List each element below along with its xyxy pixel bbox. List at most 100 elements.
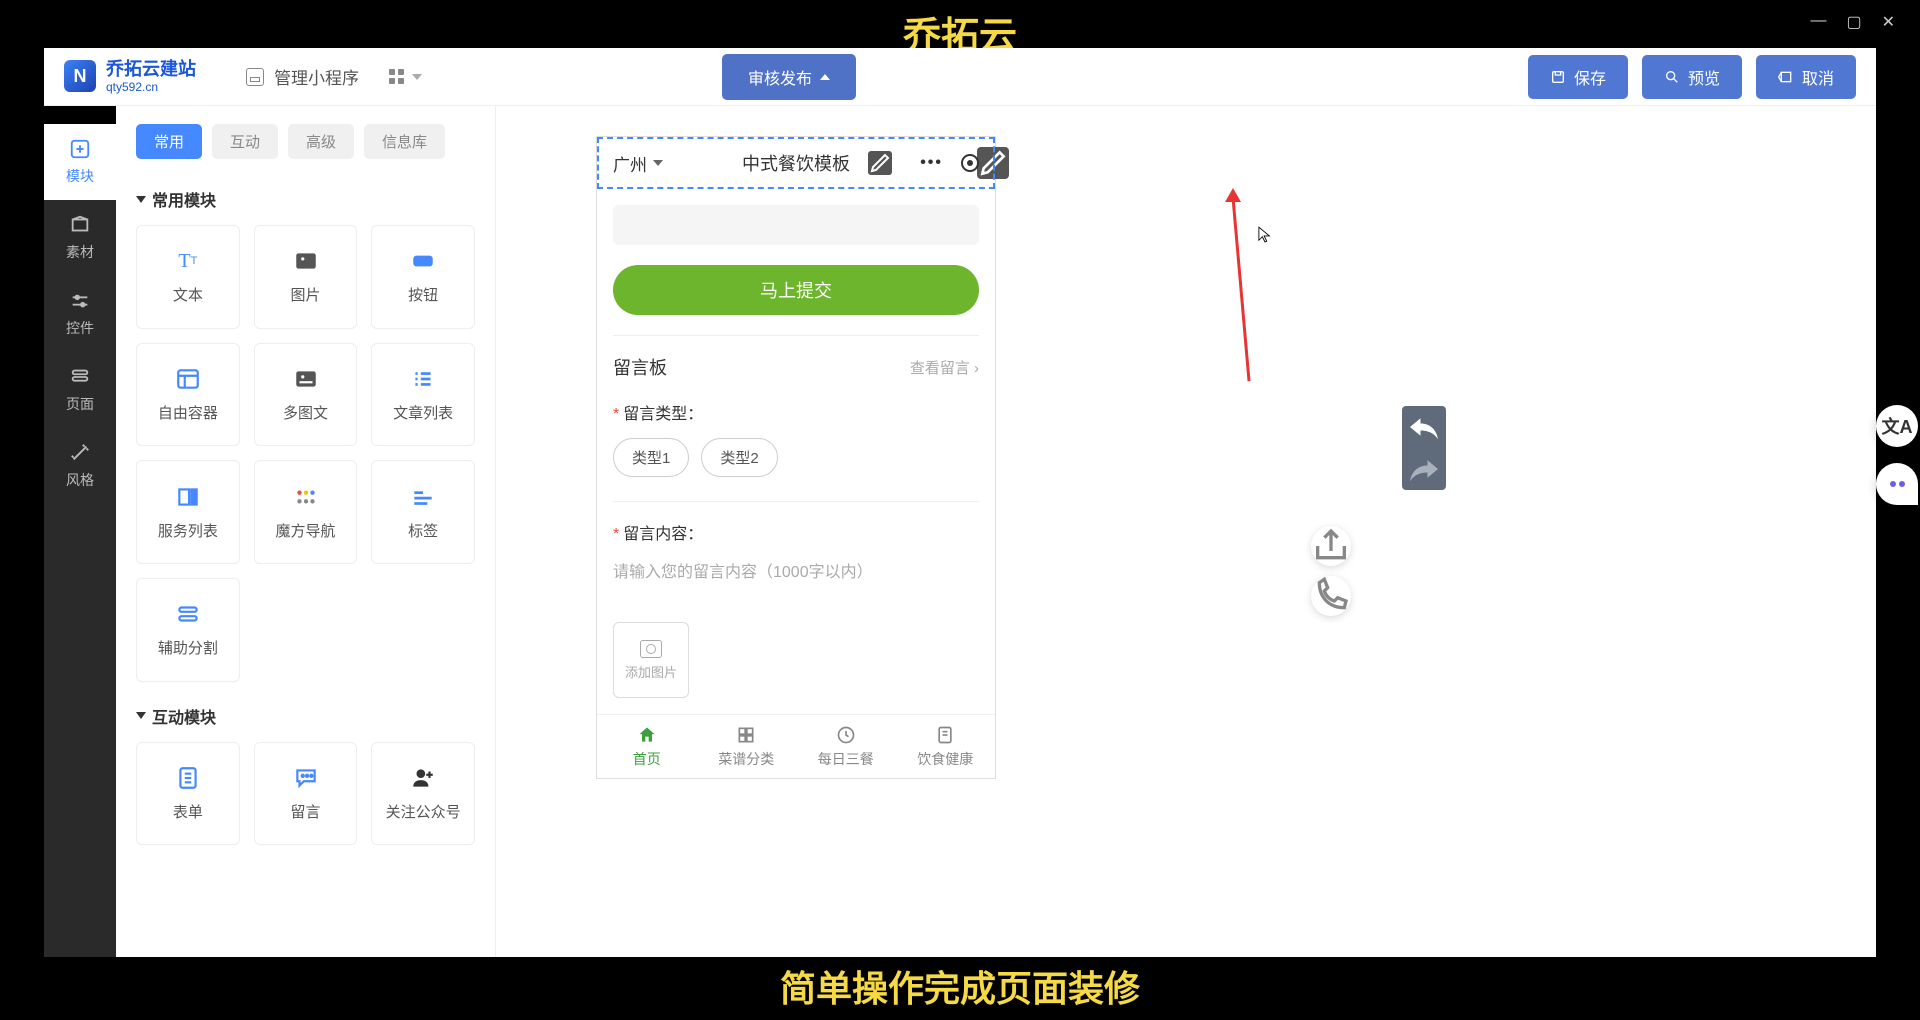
phone-header[interactable]: 广州 中式餐饮模板 ••• <box>597 137 995 189</box>
tab-advanced[interactable]: 高级 <box>288 124 354 159</box>
submit-button[interactable]: 马上提交 <box>613 265 979 315</box>
user-plus-icon <box>410 765 436 791</box>
app-header: N 乔拓云建站 qty592.cn 管理小程序 审核发布 保存 预 <box>44 48 1876 106</box>
rail-pages[interactable]: 页面 <box>44 352 116 428</box>
view-messages-link[interactable]: 查看留言 › <box>910 357 979 378</box>
wand-icon <box>69 442 91 464</box>
plus-box-icon <box>69 138 91 160</box>
module-comment[interactable]: 留言 <box>254 742 358 846</box>
nav-menu[interactable]: 菜谱分类 <box>697 715 797 778</box>
assistant-button[interactable] <box>1876 463 1918 505</box>
city-selector[interactable]: 广州 <box>613 151 663 176</box>
tags-icon <box>410 484 436 510</box>
search-input[interactable] <box>613 205 979 245</box>
minimize-icon[interactable]: — <box>1810 12 1826 32</box>
nav-daily[interactable]: 每日三餐 <box>796 715 896 778</box>
divider-icon <box>175 601 201 627</box>
module-wechat-follow[interactable]: 关注公众号 <box>371 742 475 846</box>
undo-button[interactable] <box>1402 406 1446 448</box>
maximize-icon[interactable]: ▢ <box>1846 12 1861 32</box>
cancel-button[interactable]: 取消 <box>1756 55 1856 99</box>
logo-title: 乔拓云建站 <box>106 59 196 81</box>
home-icon <box>637 725 657 745</box>
sliders-icon <box>69 290 91 312</box>
bottom-banner: 简单操作完成页面装修 <box>780 960 1140 1012</box>
tab-infolib[interactable]: 信息库 <box>364 124 445 159</box>
add-image-button[interactable]: 添加图片 <box>613 622 689 698</box>
rail-assets[interactable]: 素材 <box>44 200 116 276</box>
button-icon <box>410 248 436 274</box>
mouse-cursor-icon <box>1258 226 1272 244</box>
service-icon <box>175 484 201 510</box>
logo-icon: N <box>64 60 96 92</box>
annotation-arrow <box>1231 192 1251 382</box>
container-icon <box>175 366 201 392</box>
tab-common[interactable]: 常用 <box>136 124 202 159</box>
section-interact: 互动模块 <box>136 704 475 728</box>
assistant-icon <box>1890 481 1905 487</box>
logo[interactable]: N 乔拓云建站 qty592.cn <box>64 59 196 95</box>
close-icon[interactable]: ✕ <box>1882 12 1895 32</box>
undo-icon <box>1402 406 1446 448</box>
nav-health[interactable]: 饮食健康 <box>896 715 996 778</box>
rail-modules[interactable]: 模块 <box>44 124 116 200</box>
phone-float-button[interactable] <box>1311 576 1351 616</box>
target-icon[interactable] <box>961 154 979 172</box>
message-type-label: *留言类型： <box>613 400 979 424</box>
type-chip-2[interactable]: 类型2 <box>701 438 777 477</box>
redo-button[interactable] <box>1402 448 1446 490</box>
list-icon <box>410 366 436 392</box>
module-imgtxt[interactable]: 多图文 <box>254 343 358 447</box>
comment-icon <box>293 765 319 791</box>
imgtxt-icon <box>293 366 319 392</box>
apps-icon <box>389 69 404 84</box>
rail-controls[interactable]: 控件 <box>44 276 116 352</box>
editor-canvas: 广州 中式餐饮模板 ••• 马上提交 留言板 查看留言 › *留言类型： <box>496 106 1876 957</box>
phone-icon <box>1311 576 1351 616</box>
annotation-arrowhead <box>1225 188 1241 202</box>
caret-down-icon <box>136 712 146 719</box>
module-button[interactable]: 按钮 <box>371 225 475 329</box>
section-common: 常用模块 <box>136 187 475 211</box>
type-chip-1[interactable]: 类型1 <box>613 438 689 477</box>
phone-preview: 广州 中式餐饮模板 ••• 马上提交 留言板 查看留言 › *留言类型： <box>596 136 996 779</box>
module-text[interactable]: TT文本 <box>136 225 240 329</box>
undo-redo-panel <box>1402 406 1446 490</box>
share-float-button[interactable] <box>1311 526 1351 566</box>
phone-title: 中式餐饮模板 <box>742 150 850 176</box>
manage-miniprogram[interactable]: 管理小程序 <box>246 64 359 89</box>
assets-icon <box>69 214 91 236</box>
module-article-list[interactable]: 文章列表 <box>371 343 475 447</box>
more-icon[interactable]: ••• <box>920 154 943 172</box>
translate-icon: 文A <box>1882 413 1913 439</box>
save-button[interactable]: 保存 <box>1528 55 1628 99</box>
module-panel: 常用 互动 高级 信息库 常用模块 TT文本 图片 按钮 自由容器 多图文 文章… <box>116 106 496 957</box>
module-divider[interactable]: 辅助分割 <box>136 578 240 682</box>
module-tags[interactable]: 标签 <box>371 460 475 564</box>
tab-interact[interactable]: 互动 <box>212 124 278 159</box>
translate-button[interactable]: 文A <box>1876 405 1918 447</box>
message-content-input[interactable]: 请输入您的留言内容（1000字以内） <box>613 558 979 582</box>
module-service-list[interactable]: 服务列表 <box>136 460 240 564</box>
module-image[interactable]: 图片 <box>254 225 358 329</box>
form-icon <box>175 765 201 791</box>
review-publish-button[interactable]: 审核发布 <box>722 54 856 100</box>
message-content-label: *留言内容： <box>613 520 979 544</box>
pages-icon <box>69 366 91 388</box>
phone-bottom-nav: 首页 菜谱分类 每日三餐 饮食健康 <box>597 714 995 778</box>
chart-icon <box>246 68 264 86</box>
module-form[interactable]: 表单 <box>136 742 240 846</box>
nav-home[interactable]: 首页 <box>597 715 697 778</box>
grid-nav-icon <box>293 484 319 510</box>
preview-button[interactable]: 预览 <box>1642 55 1742 99</box>
left-rail: 模块 素材 控件 页面 风格 <box>44 106 116 957</box>
apps-dropdown[interactable] <box>389 69 422 84</box>
clock-icon <box>836 725 856 745</box>
edit-title-button[interactable] <box>868 151 892 175</box>
save-icon <box>1550 69 1566 85</box>
module-magic-nav[interactable]: 魔方导航 <box>254 460 358 564</box>
module-free-container[interactable]: 自由容器 <box>136 343 240 447</box>
search-icon <box>1664 69 1680 85</box>
doc-icon <box>935 725 955 745</box>
rail-style[interactable]: 风格 <box>44 428 116 504</box>
